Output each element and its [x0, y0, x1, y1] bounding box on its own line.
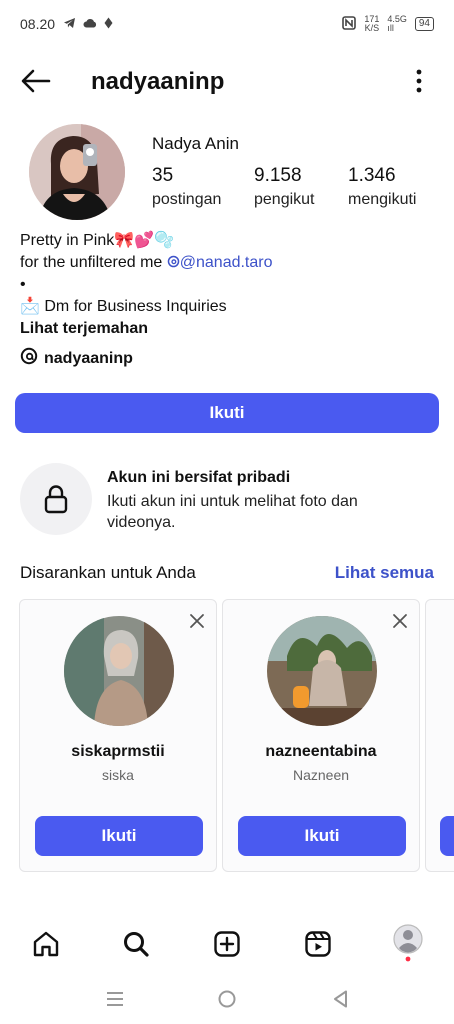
bio-mention-link[interactable]: @nanad.taro — [180, 254, 273, 271]
home-icon[interactable] — [30, 928, 62, 960]
location-icon — [104, 17, 113, 32]
translate-link[interactable]: Lihat terjemahan — [20, 318, 273, 340]
profile-header: nadyaaninp — [0, 58, 454, 104]
status-time: 08.20 — [20, 16, 56, 32]
suggestion-avatar[interactable] — [267, 616, 377, 726]
status-bar: 08.20 171 K/S 4.5G ıll 94 — [0, 0, 454, 48]
home-circle-icon[interactable] — [216, 988, 238, 1010]
more-options-icon[interactable] — [414, 68, 424, 94]
bio-line: 📩 Dm for Business Inquiries — [20, 298, 227, 315]
threads-handle: nadyaaninp — [44, 349, 133, 367]
menu-icon[interactable] — [104, 988, 126, 1010]
close-icon[interactable] — [188, 612, 206, 630]
bottom-navigation — [0, 920, 454, 968]
back-arrow-icon[interactable] — [20, 66, 52, 96]
suggestion-card-partial[interactable] — [425, 599, 454, 872]
suggestion-follow-button[interactable]: Ikuti — [35, 816, 203, 856]
threads-icon — [20, 347, 38, 370]
suggestion-follow-button[interactable] — [440, 816, 454, 856]
close-icon[interactable] — [391, 612, 409, 630]
bio-line: • — [20, 276, 26, 293]
back-triangle-icon[interactable] — [330, 988, 352, 1010]
see-all-link[interactable]: Lihat semua — [335, 563, 434, 583]
threads-link[interactable]: nadyaaninp — [20, 347, 133, 370]
bio-line: for the unfiltered me @nanad.taro — [20, 254, 273, 271]
create-icon[interactable] — [211, 928, 243, 960]
stat-posts[interactable]: 35 postingan — [152, 165, 221, 209]
threads-small-icon — [167, 254, 180, 271]
profile-tab-avatar[interactable] — [392, 924, 424, 962]
nfc-icon — [342, 16, 357, 32]
cloud-icon — [83, 17, 97, 31]
suggestion-card[interactable]: siskaprmstii siska Ikuti — [19, 599, 217, 872]
suggestion-card[interactable]: nazneentabina Nazneen Ikuti — [222, 599, 420, 872]
system-navigation-bar — [0, 982, 454, 1016]
display-name: Nadya Anin — [152, 134, 239, 153]
follow-button[interactable]: Ikuti — [15, 393, 439, 433]
suggestion-name: Nazneen — [292, 767, 350, 783]
suggestion-name: siska — [102, 767, 134, 783]
reels-icon[interactable] — [302, 928, 334, 960]
header-username: nadyaaninp — [91, 68, 225, 95]
private-title: Akun ini bersifat pribadi — [107, 469, 291, 486]
net-speed: 171 K/S — [364, 14, 380, 33]
suggestion-avatar[interactable] — [64, 616, 174, 726]
profile-bio: Pretty in Pink🎀💕🫧 for the unfiltered me … — [20, 230, 273, 340]
stat-followers[interactable]: 9.158 pengikut — [254, 165, 315, 209]
search-icon[interactable] — [120, 928, 152, 960]
suggestion-username[interactable]: nazneentabina — [223, 743, 419, 761]
suggestions-title: Disarankan untuk Anda — [20, 563, 196, 582]
lock-icon — [20, 463, 92, 535]
telegram-icon — [63, 17, 76, 32]
bio-line: Pretty in Pink🎀💕🫧 — [20, 232, 175, 249]
battery-indicator: 94 — [414, 17, 434, 31]
profile-avatar[interactable] — [29, 124, 125, 220]
private-description: Ikuti akun ini untuk melihat foto dan vi… — [107, 493, 358, 531]
suggestion-username[interactable]: siskaprmstii — [20, 743, 216, 761]
suggestion-follow-button[interactable]: Ikuti — [238, 816, 406, 856]
network-indicator: 4.5G ıll — [387, 14, 407, 33]
signal-icon: ıll — [387, 23, 394, 33]
stat-following[interactable]: 1.346 mengikuti — [348, 165, 416, 209]
